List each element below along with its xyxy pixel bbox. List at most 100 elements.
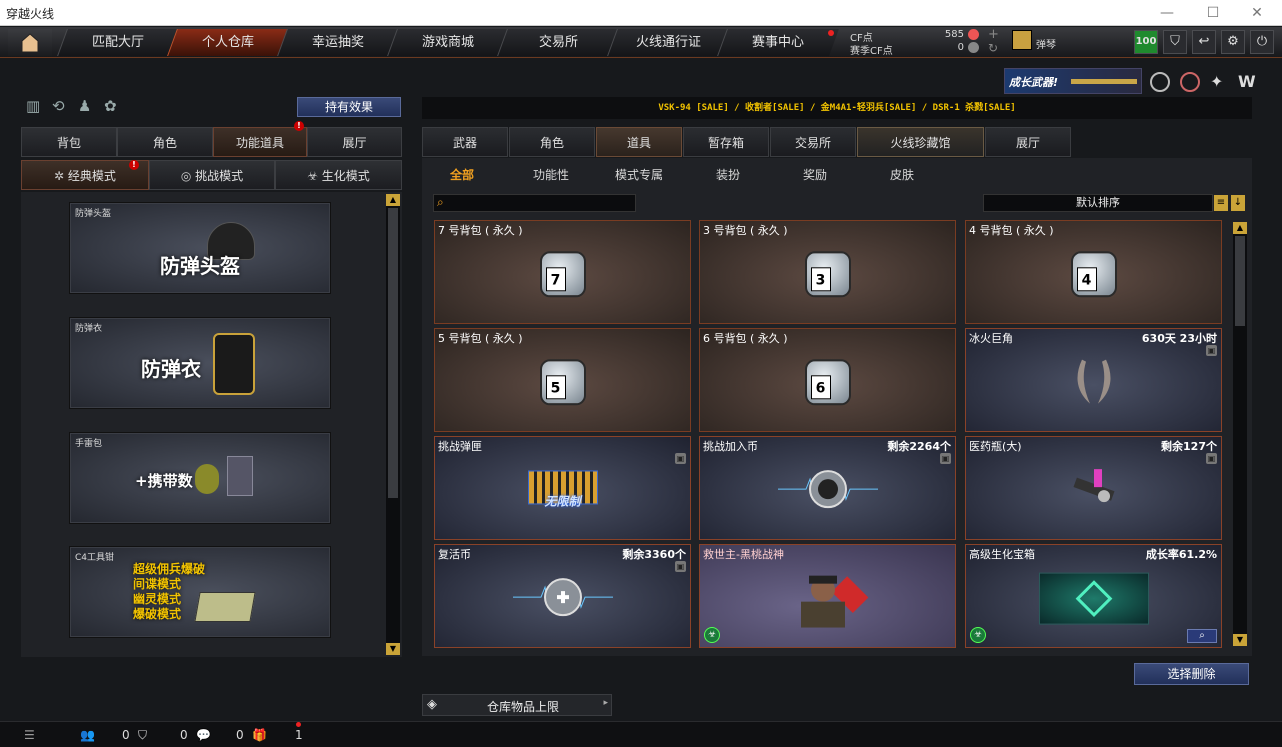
right-tab-showroom[interactable]: 展厅 — [985, 127, 1071, 157]
subtab-mode-exclusive[interactable]: 模式专属 — [615, 166, 663, 183]
scroll-up-icon[interactable]: ▲ — [1233, 222, 1247, 234]
alert-badge-icon: ! — [294, 121, 304, 131]
scroll-down-icon[interactable]: ▼ — [386, 643, 400, 655]
subtab-functional[interactable]: 功能性 — [533, 166, 569, 183]
home-button[interactable] — [8, 29, 52, 56]
right-tab-temp-storage[interactable]: 暂存箱 — [683, 127, 769, 157]
holding-effect-button[interactable]: 持有效果 — [297, 97, 401, 117]
scroll-thumb[interactable] — [388, 208, 398, 498]
inventory-item[interactable]: 6 号背包 ( 永久 ) 6 — [699, 328, 956, 432]
scroll-thumb[interactable] — [1235, 236, 1245, 326]
sort-order-icon[interactable]: ↓ — [1231, 195, 1245, 211]
subtab-rewards[interactable]: 奖励 — [803, 166, 827, 183]
item-duration: 630天 23小时 — [1141, 332, 1217, 345]
nav-tab-label: 赛事中心 — [752, 35, 805, 50]
item-card-helmet[interactable]: 防弹头盔 防弹头盔 — [70, 203, 330, 293]
select-delete-button[interactable]: 选择删除 — [1134, 663, 1249, 685]
friends-icon[interactable]: 👥 — [80, 728, 95, 742]
lock-icon: ▣ — [1206, 453, 1217, 464]
inventory-item[interactable]: 复活币 剩余3360个 ▣ — [434, 544, 691, 648]
sort-dropdown[interactable]: 默认排序 — [983, 194, 1213, 212]
expand-arrow-icon: ▸ — [603, 698, 608, 708]
item-growth-rate: 成长率61.2% — [1145, 548, 1217, 561]
inventory-scrollbar[interactable]: ▲ ▼ — [1233, 222, 1247, 646]
item-name: 救世主-黑桃战神 — [703, 548, 784, 561]
card-caption: 防弹衣 — [141, 357, 201, 381]
return-icon[interactable]: ↩ — [1192, 30, 1216, 54]
bag-icon[interactable]: ✿ — [104, 97, 124, 117]
minimize-icon[interactable]: — — [1150, 2, 1184, 24]
chat-icon[interactable]: 💬 — [196, 728, 211, 742]
nav-tab-events[interactable]: 赛事中心 — [717, 29, 839, 56]
storage-limit-bar[interactable]: ◈ 仓库物品上限 ▸ — [422, 694, 612, 716]
subtab-all[interactable]: 全部 — [450, 166, 474, 183]
right-tab-items[interactable]: 道具 — [596, 127, 682, 157]
backpack-icon: 5 — [539, 359, 586, 406]
inventory-item[interactable]: 冰火巨角 630天 23小时 ▣ — [965, 328, 1222, 432]
scroll-up-icon[interactable]: ▲ — [386, 194, 400, 206]
cf-value: 585 — [944, 29, 964, 40]
shield-icon[interactable]: ⛉ — [1163, 30, 1187, 54]
right-tab-collection[interactable]: 火线珍藏馆 — [857, 127, 984, 157]
gear-icon[interactable]: ⚙ — [1221, 30, 1245, 54]
inventory-item[interactable]: 救世主-黑桃战神 ☣ — [699, 544, 956, 648]
nav-tab-game-store[interactable]: 游戏商城 — [387, 29, 509, 56]
menu-list-icon[interactable]: ☰ — [24, 728, 35, 742]
inventory-item[interactable]: 高级生化宝箱 成长率61.2% ☣ ⌕ — [965, 544, 1222, 648]
badge-icon-4[interactable]: W — [1238, 72, 1258, 92]
magnify-icon[interactable]: ⌕ — [1187, 629, 1217, 643]
item-card-c4-tool[interactable]: C4工具钳 超级佣兵爆破 间谍模式 幽灵模式 爆破模式 — [70, 547, 330, 637]
clan-shield-icon[interactable]: ⛉ — [138, 728, 147, 743]
character-icon[interactable]: ♟ — [78, 97, 98, 117]
mode-challenge[interactable]: ◎ 挑战模式 — [149, 160, 275, 190]
growth-weapon-banner[interactable]: 成长武器! — [1004, 68, 1142, 94]
right-tab-character[interactable]: 角色 — [509, 127, 595, 157]
power-icon[interactable]: ⏻ — [1250, 30, 1274, 54]
item-card-grenade-pack[interactable]: 手雷包 +携带数 — [70, 433, 330, 523]
right-tab-exchange[interactable]: 交易所 — [770, 127, 856, 157]
inventory-item[interactable]: 挑战弹匣 ▣ 无限制 — [434, 436, 691, 540]
zombie-mode-icon: ☣ — [704, 627, 720, 643]
right-tab-weapons[interactable]: 武器 — [422, 127, 508, 157]
nav-tab-personal-storage[interactable]: 个人仓库 — [167, 29, 289, 56]
nav-tab-exchange[interactable]: 交易所 — [497, 29, 619, 56]
inventory-item[interactable]: 挑战加入币 剩余2264个 ▣ — [699, 436, 956, 540]
left-tab-character[interactable]: 角色 — [117, 127, 213, 157]
bag-number: 4 — [1076, 267, 1097, 292]
level-badge[interactable]: 100 — [1134, 30, 1158, 54]
mode-zombie[interactable]: ☣ 生化模式 — [275, 160, 402, 190]
left-tab-backpack[interactable]: 背包 — [21, 127, 117, 157]
refresh-icon[interactable]: ↻ — [988, 41, 998, 55]
search-field[interactable]: ⌕ — [433, 194, 636, 212]
badge-icon-3[interactable]: ✦ — [1210, 72, 1230, 92]
badge-icon-1[interactable] — [1150, 72, 1170, 92]
nav-tab-label: 游戏商城 — [422, 35, 475, 50]
left-tab-function-items[interactable]: 功能道具 — [213, 127, 307, 157]
maximize-icon[interactable]: ☐ — [1196, 2, 1230, 24]
nav-tab-battle-pass[interactable]: 火线通行证 — [607, 29, 729, 56]
nav-tab-lucky-draw[interactable]: 幸运抽奖 — [277, 29, 399, 56]
scroll-down-icon[interactable]: ▼ — [1233, 634, 1247, 646]
inventory-item[interactable]: 医药瓶(大) 剩余127个 ▣ — [965, 436, 1222, 540]
inventory-item[interactable]: 3 号背包 ( 永久 ) 3 — [699, 220, 956, 324]
left-tab-showroom[interactable]: 展厅 — [307, 127, 402, 157]
badge-icon-2[interactable] — [1180, 72, 1200, 92]
layers-icon: ◈ — [427, 697, 437, 712]
search-input[interactable] — [452, 196, 632, 210]
gift-icon[interactable]: 🎁 — [252, 728, 267, 742]
close-icon[interactable]: ✕ — [1240, 2, 1274, 24]
bottom-bar: ☰ 👥 0 ⛉ 0 💬 0 🎁 1 — [0, 721, 1282, 747]
subtab-skins[interactable]: 皮肤 — [890, 166, 914, 183]
inventory-item[interactable]: 7 号背包 ( 永久 ) 7 — [434, 220, 691, 324]
list-view-icon[interactable]: ≡ — [1214, 195, 1228, 211]
item-name: 挑战弹匣 — [438, 440, 482, 453]
inventory-item[interactable]: 5 号背包 ( 永久 ) 5 — [434, 328, 691, 432]
inventory-item[interactable]: 4 号背包 ( 永久 ) 4 — [965, 220, 1222, 324]
item-card-armor[interactable]: 防弹衣 防弹衣 — [70, 318, 330, 408]
history-icon[interactable]: ⟲ — [52, 97, 72, 117]
plus-icon[interactable]: + — [988, 27, 999, 42]
left-scrollbar[interactable]: ▲ ▼ — [386, 194, 400, 655]
stats-icon[interactable]: ▥ — [26, 97, 46, 117]
subtab-dressup[interactable]: 装扮 — [716, 166, 740, 183]
nav-tab-match-lobby[interactable]: 匹配大厅 — [57, 29, 179, 56]
